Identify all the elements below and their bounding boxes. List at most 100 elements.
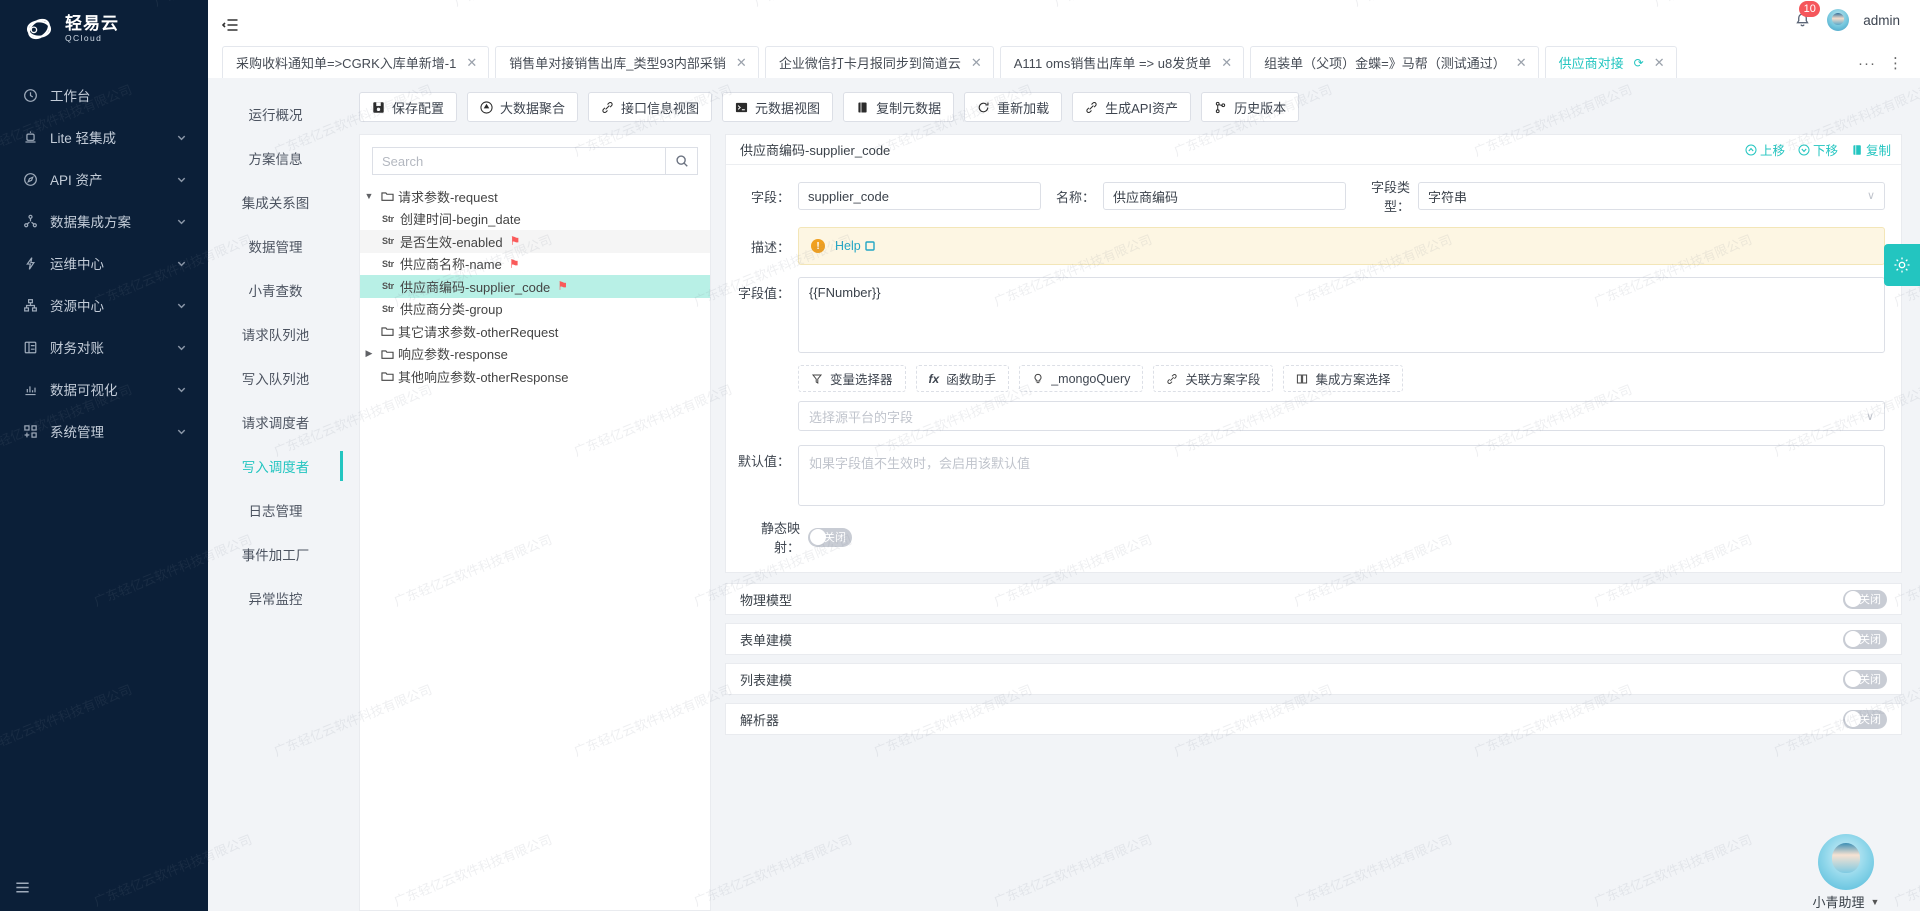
submenu-item-event-factory[interactable]: 事件加工厂 xyxy=(208,532,343,576)
tree-node-name[interactable]: Str 供应商名称-name ⚑ xyxy=(360,253,710,276)
more-tabs-icon[interactable]: ··· xyxy=(1858,55,1876,72)
sidebar-item-finance[interactable]: 财务对账 xyxy=(0,326,208,368)
folder-icon xyxy=(378,190,396,202)
close-icon[interactable]: ✕ xyxy=(736,56,747,69)
source-field-select[interactable]: 选择源平台的字段 ∨ xyxy=(798,401,1885,431)
submenu-item-scheme-info[interactable]: 方案信息 xyxy=(208,136,343,180)
submenu-item-request-queue[interactable]: 请求队列池 xyxy=(208,312,343,356)
submenu-item-exception-monitor[interactable]: 异常监控 xyxy=(208,576,343,620)
sidebar-item-resource-center[interactable]: 资源中心 xyxy=(0,284,208,326)
submenu-item-xiaoqing-query[interactable]: 小青查数 xyxy=(208,268,343,312)
related-scheme-field-button[interactable]: 关联方案字段 xyxy=(1153,365,1274,392)
sidebar-item-label: 工作台 xyxy=(50,89,91,104)
move-up-button[interactable]: 上移 xyxy=(1745,140,1785,159)
tab-item-active[interactable]: 供应商对接 ⟳ ✕ xyxy=(1544,46,1677,78)
toggle-menu-button[interactable] xyxy=(221,16,240,37)
sidebar-item-system-management[interactable]: 系统管理 xyxy=(0,410,208,452)
submenu-item-log-management[interactable]: 日志管理 xyxy=(208,488,343,532)
tab-item[interactable]: 组装单（父项）金蝶=》马帮（测试通过） ✕ xyxy=(1250,46,1539,78)
form-modeling-toggle[interactable]: 关闭 xyxy=(1843,629,1887,649)
copy-field-button[interactable]: 复制 xyxy=(1851,140,1891,159)
chevron-down-icon[interactable]: ▼ xyxy=(1871,897,1880,907)
field-label: 字段： xyxy=(750,189,790,205)
notifications-button[interactable]: 10 xyxy=(1791,1,1821,31)
move-down-button[interactable]: 下移 xyxy=(1798,140,1838,159)
toggle-state-label: 关闭 xyxy=(824,532,846,544)
settings-side-button[interactable] xyxy=(1884,244,1920,286)
sidebar-item-lite[interactable]: Lite 轻集成 xyxy=(0,116,208,158)
user-name[interactable]: admin xyxy=(1863,13,1900,28)
close-icon[interactable]: ✕ xyxy=(971,56,982,69)
assistant-name-row[interactable]: 小青助理 ▼ xyxy=(1813,892,1880,911)
tab-item[interactable]: 销售单对接销售出库_类型93内部采销 ✕ xyxy=(495,46,759,78)
avatar[interactable] xyxy=(1827,9,1850,31)
variable-selector-button[interactable]: 变量选择器 xyxy=(798,365,906,392)
toggle-knob xyxy=(1844,671,1861,687)
generate-api-asset-button[interactable]: 生成API资产 xyxy=(1072,92,1192,122)
sidebar-item-ops-center[interactable]: 运维中心 xyxy=(0,242,208,284)
field-name-input[interactable] xyxy=(1103,182,1346,210)
tree-node-supplier-code[interactable]: Str 供应商编码-supplier_code ⚑ xyxy=(360,275,710,298)
save-config-button[interactable]: 保存配置 xyxy=(359,92,458,122)
search-input[interactable] xyxy=(372,147,665,175)
sidebar-item-api-assets[interactable]: API 资产 xyxy=(0,158,208,200)
submenu-item-write-queue[interactable]: 写入队列池 xyxy=(208,356,343,400)
submenu-item-write-scheduler[interactable]: 写入调度者 xyxy=(208,444,343,488)
submenu-item-request-scheduler[interactable]: 请求调度者 xyxy=(208,400,343,444)
sidebar-item-workbench[interactable]: 工作台 xyxy=(0,74,208,116)
tab-item[interactable]: 企业微信打卡月报同步到简道云 ✕ xyxy=(764,46,994,78)
refresh-icon[interactable]: ⟳ xyxy=(1634,56,1644,70)
metadata-view-button[interactable]: 元数据视图 xyxy=(722,92,834,122)
tab-item[interactable]: A111 oms销售出库单 => u8发货单 ✕ xyxy=(999,46,1245,78)
tree-node-begin-date[interactable]: Str 创建时间-begin_date xyxy=(360,208,710,231)
brand-logo[interactable]: 轻易云 QCloud xyxy=(0,0,208,58)
description-label: 描述： xyxy=(750,239,790,255)
section-list-modeling[interactable]: 列表建模 关闭 xyxy=(725,663,1902,695)
tree-node-group[interactable]: Str 供应商分类-group xyxy=(360,298,710,321)
toggle-state-label: 关闭 xyxy=(1859,634,1881,646)
reload-button[interactable]: 重新加载 xyxy=(964,92,1063,122)
mongo-query-button[interactable]: _mongoQuery xyxy=(1019,365,1144,392)
close-icon[interactable]: ✕ xyxy=(466,56,477,69)
parser-toggle[interactable]: 关闭 xyxy=(1843,709,1887,729)
submenu-item-relation-graph[interactable]: 集成关系图 xyxy=(208,180,343,224)
tree-node-label: 供应商编码-supplier_code xyxy=(400,279,551,295)
physical-model-toggle[interactable]: 关闭 xyxy=(1843,589,1887,609)
submenu-label: 小青查数 xyxy=(248,284,303,299)
tab-options-icon[interactable]: ⋮ xyxy=(1888,54,1904,72)
history-version-button[interactable]: 历史版本 xyxy=(1201,92,1300,122)
tree-node-request[interactable]: ▼ 请求参数-request xyxy=(360,185,710,208)
close-icon[interactable]: ✕ xyxy=(1221,56,1232,69)
big-data-aggregate-button[interactable]: 大数据聚合 xyxy=(467,92,579,122)
static-mapping-toggle[interactable]: 关闭 xyxy=(808,527,852,547)
submenu-item-overview[interactable]: 运行概况 xyxy=(208,92,343,136)
sidebar-collapse-button[interactable] xyxy=(0,863,208,911)
interface-info-view-button[interactable]: 接口信息视图 xyxy=(588,92,713,122)
section-form-modeling[interactable]: 表单建模 关闭 xyxy=(725,623,1902,655)
search-button[interactable] xyxy=(665,147,698,175)
close-icon[interactable]: ✕ xyxy=(1654,56,1665,69)
tree-node-other-response[interactable]: 其他响应参数-otherResponse xyxy=(360,365,710,388)
sidebar-item-data-visualization[interactable]: 数据可视化 xyxy=(0,368,208,410)
default-value-textarea[interactable] xyxy=(798,445,1885,506)
field-key-input[interactable] xyxy=(798,182,1041,210)
function-helper-button[interactable]: fx 函数助手 xyxy=(915,365,1010,392)
tab-item[interactable]: 采购收料通知单=>CGRK入库单新增-1 ✕ xyxy=(222,46,490,78)
help-link[interactable]: Help xyxy=(835,239,875,253)
sidebar-item-data-integration[interactable]: 数据集成方案 xyxy=(0,200,208,242)
section-physical-model[interactable]: 物理模型 关闭 xyxy=(725,583,1902,615)
list-modeling-toggle[interactable]: 关闭 xyxy=(1843,669,1887,689)
chevron-right-icon[interactable]: ▶ xyxy=(360,348,378,359)
tree-node-other-request[interactable]: 其它请求参数-otherRequest xyxy=(360,320,710,343)
chevron-down-icon[interactable]: ▼ xyxy=(360,191,378,201)
copy-metadata-button[interactable]: 复制元数据 xyxy=(843,92,955,122)
tree-node-enabled[interactable]: Str 是否生效-enabled ⚑ xyxy=(360,230,710,253)
section-parser[interactable]: 解析器 关闭 xyxy=(725,703,1902,735)
ledger-icon xyxy=(22,339,38,355)
field-value-textarea[interactable]: {{FNumber}} xyxy=(798,277,1885,353)
submenu-item-data-management[interactable]: 数据管理 xyxy=(208,224,343,268)
integration-scheme-select-button[interactable]: 集成方案选择 xyxy=(1283,365,1404,392)
close-icon[interactable]: ✕ xyxy=(1516,56,1527,69)
tree-node-response[interactable]: ▶ 响应参数-response xyxy=(360,343,710,366)
field-type-select[interactable] xyxy=(1418,182,1885,210)
